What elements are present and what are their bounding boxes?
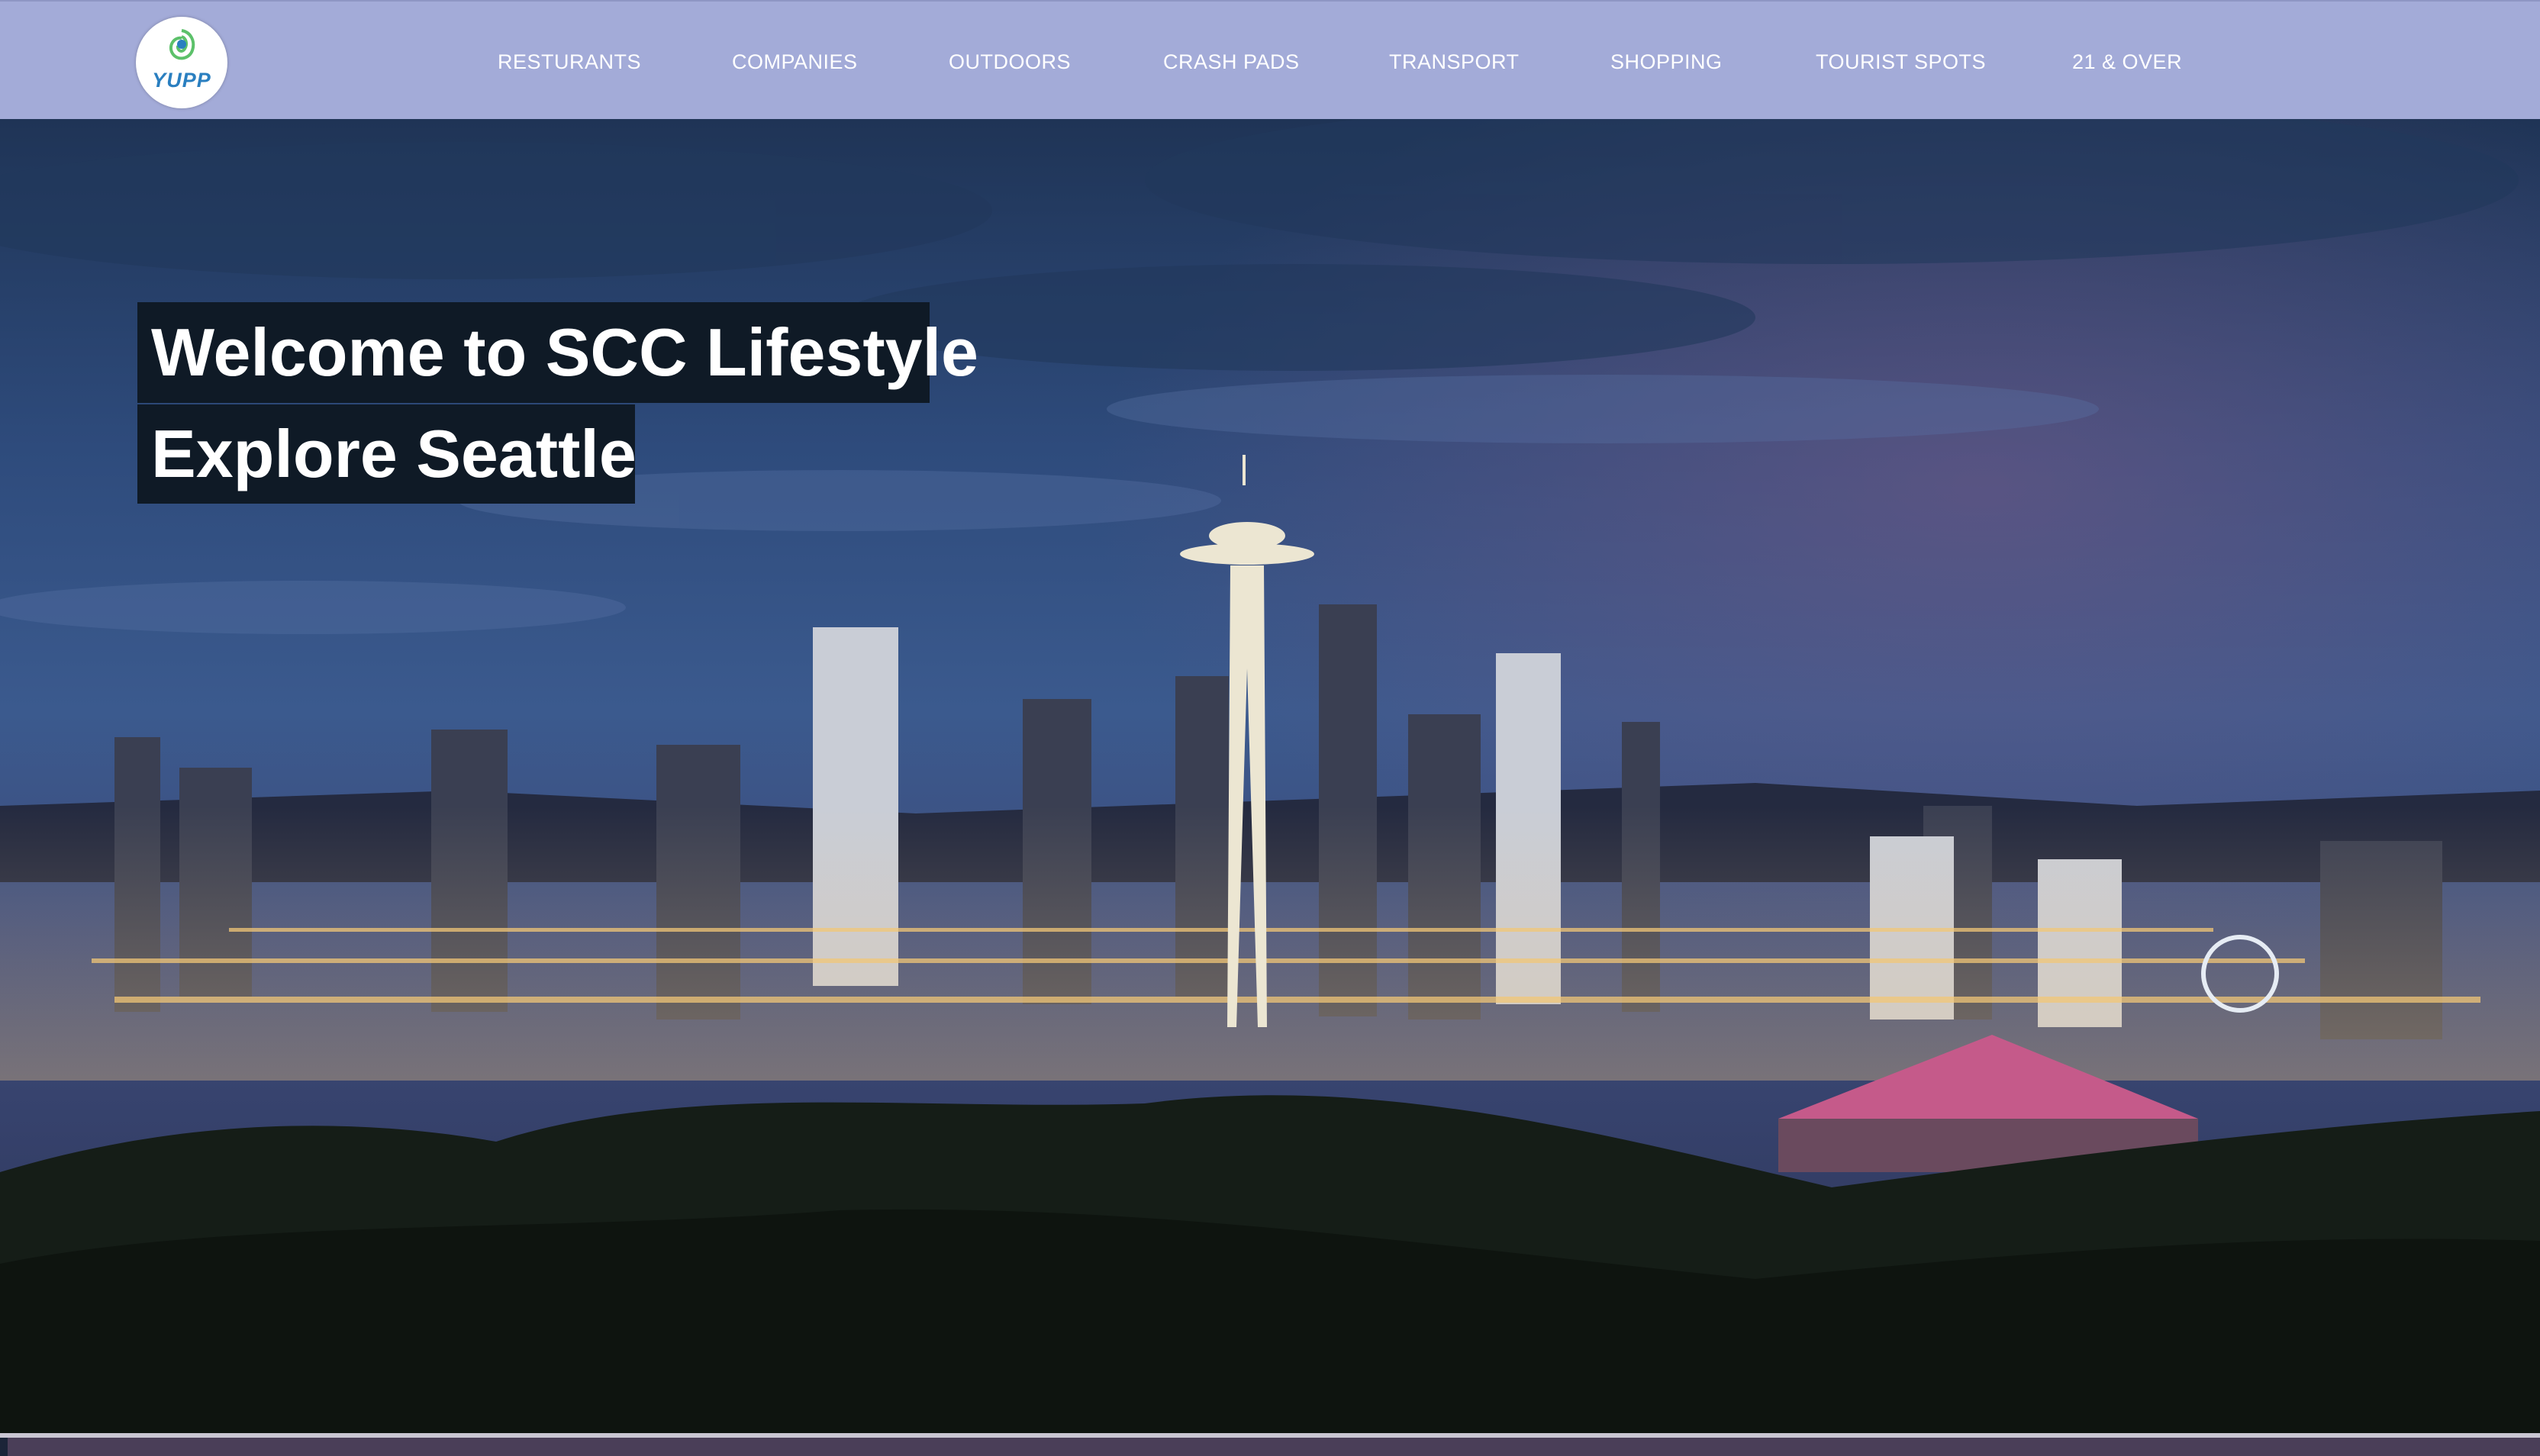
top-navigation-bar: YUPP RESTURANTS COMPANIES OUTDOORS CRASH… [0,0,2540,119]
nav-link-shopping[interactable]: SHOPPING [1610,50,1723,74]
nav-link-companies[interactable]: COMPANIES [732,50,858,74]
nav-link-transport[interactable]: TRANSPORT [1389,50,1520,74]
hero-headline-explore: Explore Seattle [137,404,637,504]
nav-link-resturants[interactable]: RESTURANTS [498,50,641,74]
page: YUPP RESTURANTS COMPANIES OUTDOORS CRASH… [0,0,2540,1456]
nav-link-tourist-spots[interactable]: TOURIST SPOTS [1816,50,1986,74]
nav-link-crash-pads[interactable]: CRASH PADS [1163,50,1300,74]
logo-wordmark: YUPP [152,69,211,92]
hero-headline-welcome: Welcome to SCC Lifestyle [137,302,978,403]
yupp-logo[interactable]: YUPP [136,17,227,108]
hero-banner: Welcome to SCC Lifestyle Explore Seattle [0,119,2540,1435]
footer-strip [8,1438,2540,1456]
yupp-logo-icon [169,29,195,60]
nav-link-21-and-over[interactable]: 21 & OVER [2072,50,2182,74]
nav-link-outdoors[interactable]: OUTDOORS [949,50,1071,74]
